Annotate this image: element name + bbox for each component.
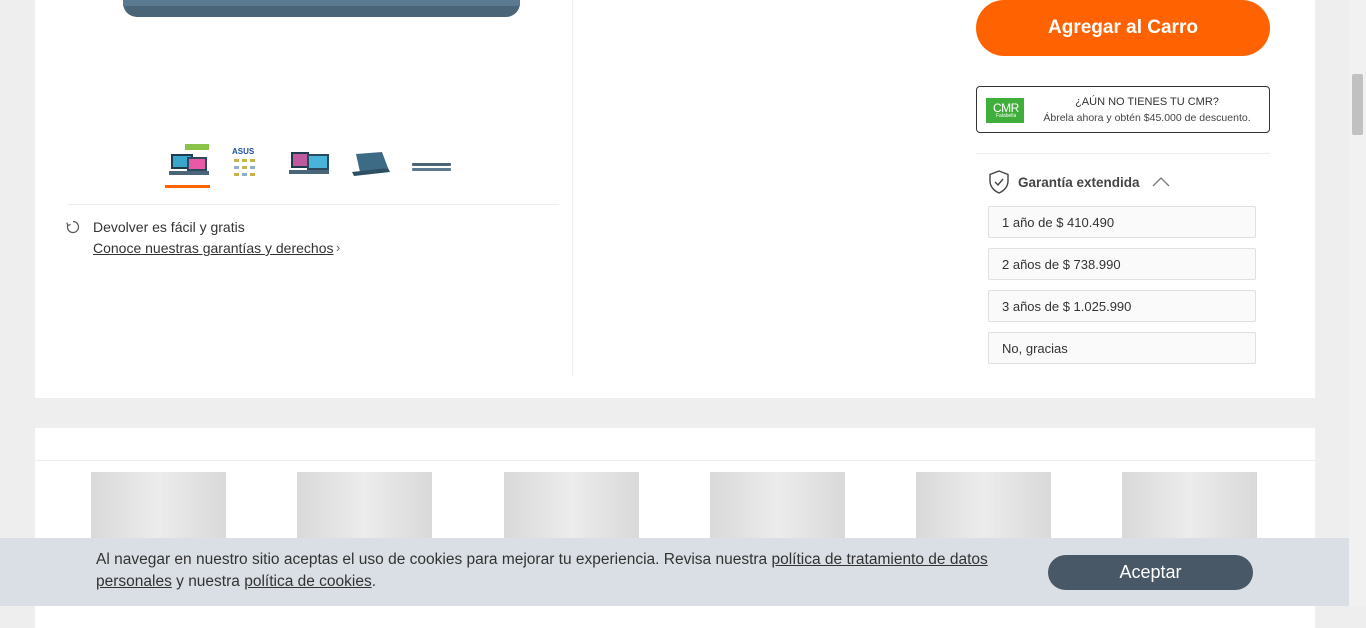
product-main-image[interactable] [123,0,520,17]
shield-check-icon [988,170,1010,194]
thumbnail-asus-specs[interactable]: ASUS [226,144,271,188]
add-to-cart-button[interactable]: Agregar al Carro [976,0,1270,56]
cookie-policy-link[interactable]: política de cookies [244,573,372,590]
warranty-title: Garantía extendida [1018,175,1140,190]
thumbnail-laptop-front[interactable] [165,144,210,188]
warranty-divider [976,153,1270,154]
cookie-consent-bar: Al navegar en nuestro sitio aceptas el u… [0,538,1349,606]
chevron-right-icon: › [336,240,341,255]
svg-text:ASUS: ASUS [232,147,255,156]
cmr-title: ¿AÚN NO TIENES TU CMR? [1075,96,1219,108]
scrollbar-thumb[interactable] [1352,74,1363,135]
warranty-option-1-year[interactable]: 1 año de $ 410.490 [988,206,1256,238]
warranty-option-none[interactable]: No, gracias [988,332,1256,364]
guarantees-link[interactable]: Conoce nuestras garantías y derechos [93,240,333,256]
cmr-subtitle: Ábrela ahora y obtén $45.000 de descuent… [1043,112,1251,124]
cmr-promo-banner[interactable]: CMR Falabella ¿AÚN NO TIENES TU CMR? Ábr… [976,86,1270,133]
cookie-message: Al navegar en nuestro sitio aceptas el u… [96,549,1016,593]
cookie-text-part: y nuestra [171,573,245,590]
thumbnail-laptop-back[interactable] [348,144,393,188]
warranty-option-2-years[interactable]: 2 años de $ 738.990 [988,248,1256,280]
thumbnail-laptop-side[interactable] [409,144,454,188]
accept-cookies-button[interactable]: Aceptar [1048,555,1253,590]
section-divider [68,204,559,205]
column-divider [572,0,573,376]
page-scrollbar[interactable] [1349,0,1366,606]
card-header-divider [35,460,1315,461]
cookie-text-part: . [371,573,377,590]
warranty-option-3-years[interactable]: 3 años de $ 1.025.990 [988,290,1256,322]
cookie-text-part: Al navegar en nuestro sitio aceptas el u… [96,551,772,568]
return-policy-text: Devolver es fácil y gratis [93,219,245,235]
thumbnail-laptop-angle[interactable] [287,144,332,188]
chevron-up-icon[interactable] [1152,175,1170,187]
return-icon [66,220,80,234]
